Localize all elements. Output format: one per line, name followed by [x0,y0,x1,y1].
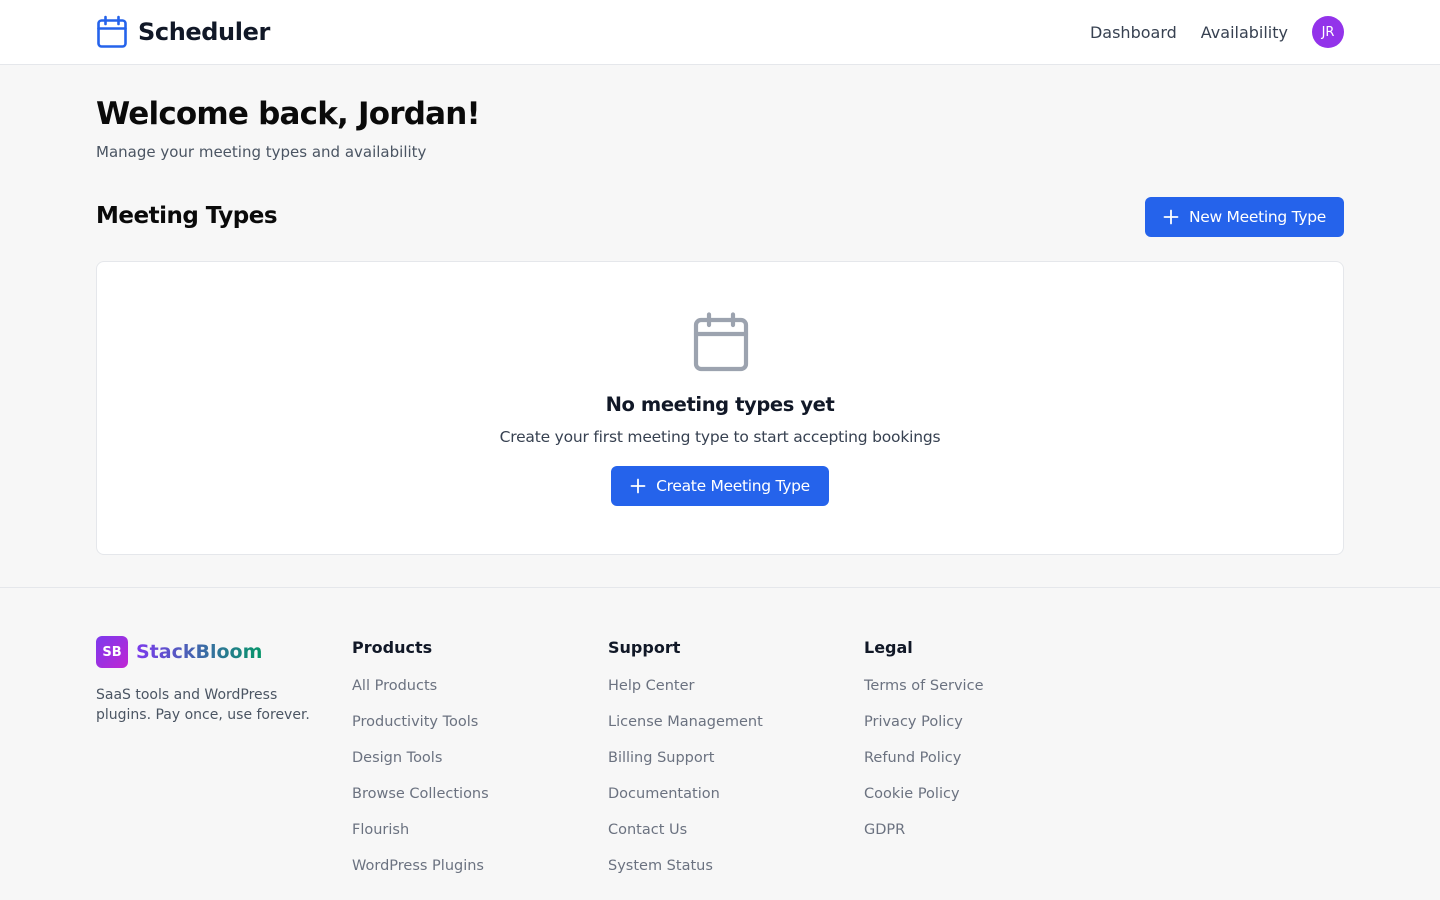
site-footer: SB StackBloom SaaS tools and WordPress p… [0,587,1440,900]
footer-column-title: Products [352,638,433,657]
nav-dashboard[interactable]: Dashboard [1090,23,1177,42]
footer-column-title: Support [608,638,681,657]
main-nav: Dashboard Availability JR [1090,16,1344,48]
new-meeting-type-button[interactable]: New Meeting Type [1145,197,1344,237]
stackbloom-logo: SB [96,636,128,668]
page-subtitle: Manage your meeting types and availabili… [96,143,427,161]
footer-column-legal: Legal Terms of Service Privacy Policy Re… [864,638,983,858]
empty-state-subtitle: Create your first meeting type to start … [499,428,941,446]
footer-link[interactable]: License Management [608,714,763,730]
new-meeting-type-label: New Meeting Type [1189,208,1326,226]
footer-column-products: Products All Products Productivity Tools… [352,638,489,894]
top-bar: Scheduler Dashboard Availability JR [0,0,1440,65]
footer-link[interactable]: Refund Policy [864,750,961,766]
calendar-icon [693,312,749,376]
footer-link[interactable]: Documentation [608,786,720,802]
create-meeting-type-label: Create Meeting Type [656,477,810,495]
app-name: Scheduler [138,18,270,46]
footer-link[interactable]: System Status [608,858,713,874]
footer-link[interactable]: All Products [352,678,437,694]
footer-link[interactable]: Privacy Policy [864,714,963,730]
create-meeting-type-button[interactable]: Create Meeting Type [611,466,829,506]
footer-brand-name: StackBloom [136,641,263,663]
footer-link[interactable]: Terms of Service [864,678,983,694]
empty-state-title: No meeting types yet [605,393,835,416]
footer-link[interactable]: Browse Collections [352,786,489,802]
footer-link[interactable]: Billing Support [608,750,714,766]
meeting-types-empty-state: No meeting types yet Create your first m… [96,261,1344,555]
footer-column-support: Support Help Center License Management B… [608,638,763,894]
footer-link[interactable]: GDPR [864,822,905,838]
plus-icon [1163,209,1189,225]
section-title-meeting-types: Meeting Types [96,203,278,229]
plus-icon [630,478,656,494]
footer-column-title: Legal [864,638,913,657]
footer-link[interactable]: Flourish [352,822,409,838]
footer-link[interactable]: Contact Us [608,822,687,838]
footer-link[interactable]: Cookie Policy [864,786,960,802]
footer-link[interactable]: Help Center [608,678,694,694]
footer-link[interactable]: WordPress Plugins [352,858,484,874]
footer-tagline: SaaS tools and WordPress plugins. Pay on… [96,687,310,723]
nav-availability[interactable]: Availability [1201,23,1288,42]
footer-link[interactable]: Productivity Tools [352,714,478,730]
page-title: Welcome back, Jordan! [96,96,481,132]
user-avatar[interactable]: JR [1312,16,1344,48]
footer-link[interactable]: Design Tools [352,750,442,766]
app-brand[interactable]: Scheduler [96,15,270,49]
calendar-icon [96,15,128,49]
footer-brand[interactable]: SB StackBloom [96,636,262,668]
